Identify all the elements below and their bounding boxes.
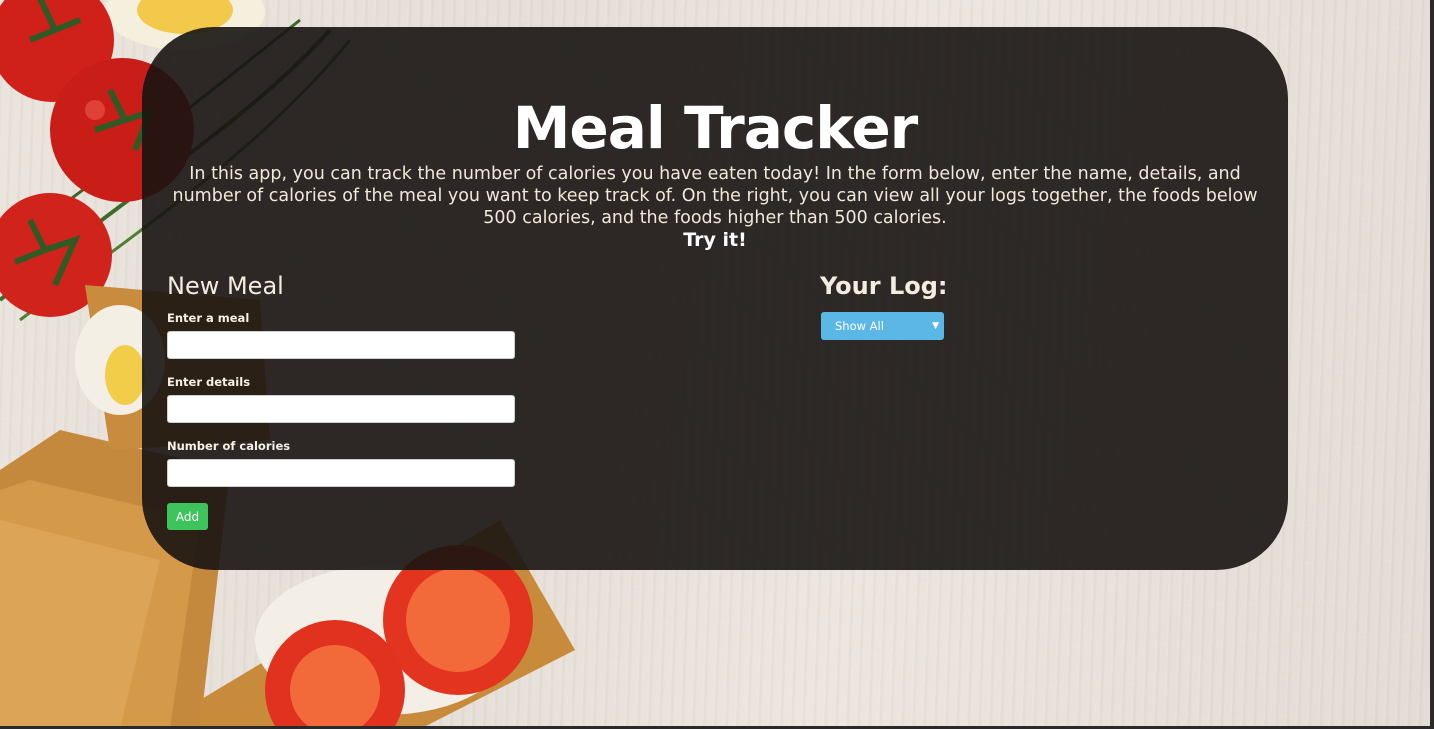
- calories-input[interactable]: [167, 459, 515, 487]
- main-panel: Meal Tracker In this app, you can track …: [142, 27, 1288, 570]
- calories-label: Number of calories: [167, 439, 291, 453]
- chevron-down-icon: ▼: [932, 321, 939, 331]
- meal-name-label: Enter a meal: [167, 311, 250, 325]
- tomato-shape: [0, 193, 112, 317]
- tomato-stem: [13, 218, 81, 287]
- try-it-text: Try it!: [683, 229, 747, 251]
- window-edge-right: [1430, 0, 1434, 729]
- tomato-shape: [0, 0, 114, 102]
- egg-yolk-shape: [105, 345, 145, 405]
- bread-slice-shape: [0, 520, 160, 729]
- intro-text: In this app, you can track the number of…: [170, 163, 1260, 251]
- cream-cheese-shape: [255, 565, 515, 715]
- new-meal-title: New Meal: [167, 272, 284, 300]
- log-filter-select[interactable]: Show All ▼: [821, 312, 944, 340]
- your-log-title: Your Log:: [820, 272, 948, 300]
- tomato-slice-inner: [406, 568, 510, 672]
- log-filter-value: Show All: [835, 319, 884, 333]
- tomato-slice-shape: [265, 620, 405, 729]
- meal-details-input[interactable]: [167, 395, 515, 423]
- tomato-stem: [28, 0, 82, 43]
- tomato-highlight: [85, 100, 105, 120]
- meal-name-input[interactable]: [167, 331, 515, 359]
- add-meal-button[interactable]: Add: [167, 503, 208, 530]
- meal-details-label: Enter details: [167, 375, 251, 389]
- intro-description: In this app, you can track the number of…: [172, 164, 1258, 228]
- tomato-slice-inner: [290, 645, 380, 729]
- page-title: Meal Tracker: [512, 94, 919, 162]
